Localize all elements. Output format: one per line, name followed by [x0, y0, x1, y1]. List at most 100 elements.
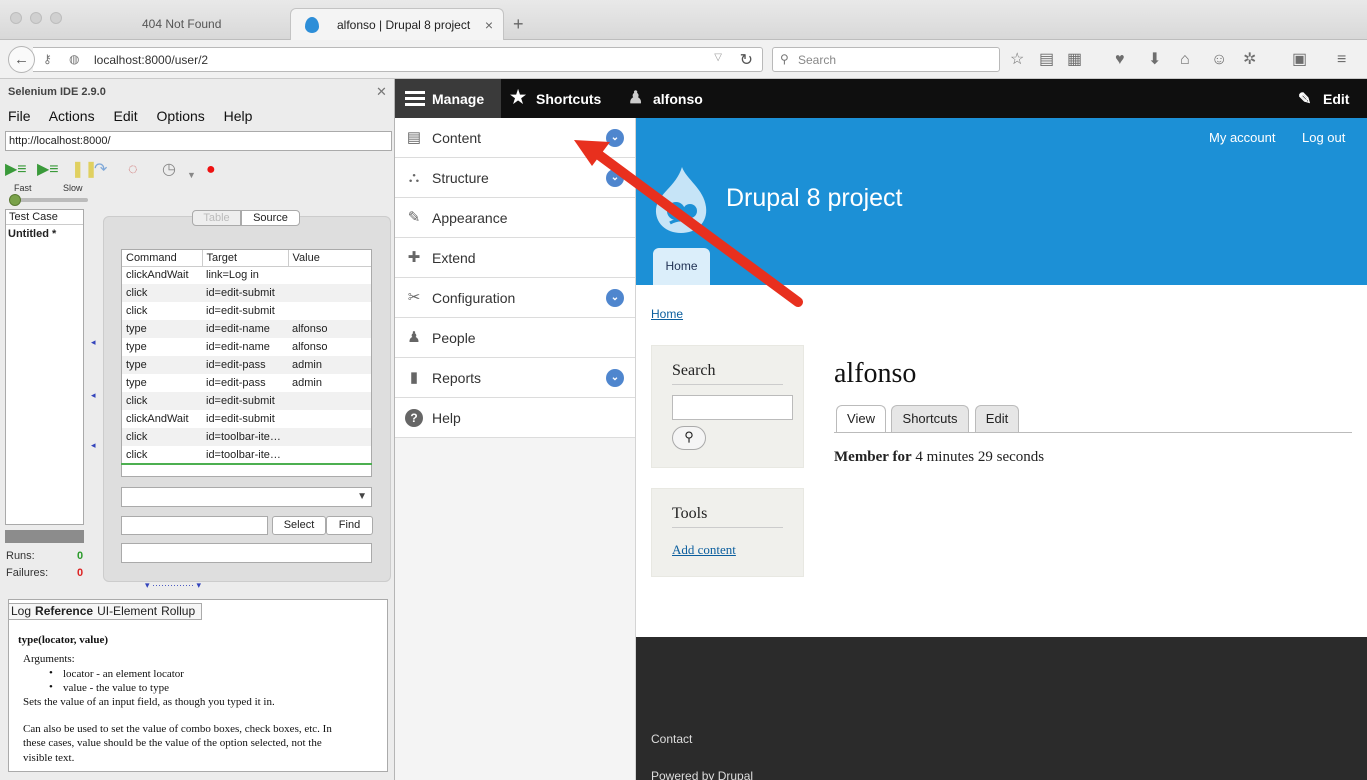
speed-slider-track[interactable]: [10, 198, 88, 202]
address-bar[interactable]: ⚷ ◍ localhost:8000/user/2 ▽ ↻: [33, 47, 763, 72]
menu-edit[interactable]: Edit: [114, 108, 138, 124]
zoom-window-button[interactable]: [50, 12, 62, 24]
splitter-handle-icon[interactable]: ◂: [91, 440, 96, 451]
chevron-down-icon[interactable]: ⌄: [606, 289, 624, 307]
play-current-icon[interactable]: ▶≡: [37, 161, 59, 179]
close-window-button[interactable]: [10, 12, 22, 24]
chevron-down-icon[interactable]: ⌄: [606, 369, 624, 387]
menu-actions[interactable]: Actions: [49, 108, 95, 124]
tab-view[interactable]: View: [836, 405, 886, 432]
menu-icon[interactable]: ≡: [1337, 50, 1346, 70]
tray-item-people[interactable]: ♟ People: [395, 318, 635, 358]
selenium-icon[interactable]: ▣: [1292, 50, 1307, 70]
log-out-link[interactable]: Log out: [1302, 130, 1345, 145]
table-row[interactable]: click id=toolbar-ite…: [122, 428, 371, 446]
record-icon[interactable]: ●: [206, 161, 216, 179]
chevron-down-icon[interactable]: ⌄: [606, 169, 624, 187]
search-button[interactable]: ⚲: [672, 426, 706, 450]
reload-icon[interactable]: ↻: [740, 50, 753, 70]
firebug-icon[interactable]: ✲: [1243, 50, 1256, 70]
rollup-icon[interactable]: ◌: [128, 161, 138, 179]
tray-item-configuration[interactable]: ✂ Configuration ⌄: [395, 278, 635, 318]
toolbar-manage[interactable]: Manage: [395, 79, 501, 118]
select-button[interactable]: Select: [272, 516, 326, 535]
chevron-down-icon[interactable]: ▼: [187, 166, 196, 184]
tab-table[interactable]: Table: [192, 210, 241, 226]
step-icon[interactable]: ↷: [94, 161, 107, 179]
toolbar-user[interactable]: alfonso: [653, 91, 703, 107]
bookmark-star-icon[interactable]: ☆: [1010, 50, 1024, 70]
tab-reference[interactable]: Reference: [35, 604, 93, 618]
search-input[interactable]: [672, 395, 793, 420]
add-content-link[interactable]: Add content: [672, 542, 736, 558]
browser-tab[interactable]: 404 Not Found: [90, 8, 290, 40]
table-row[interactable]: type id=edit-name alfonso: [122, 320, 371, 338]
tray-item-structure[interactable]: ⛬ Structure ⌄: [395, 158, 635, 198]
splitter-handle-icon[interactable]: ◂: [91, 337, 96, 348]
history-dropdown-icon[interactable]: ▽: [714, 52, 722, 63]
new-tab-button[interactable]: +: [513, 14, 524, 34]
minimize-window-button[interactable]: [30, 12, 42, 24]
toolbar-shortcuts[interactable]: Shortcuts: [536, 91, 601, 107]
table-row[interactable]: click id=toolbar-ite…: [122, 446, 371, 464]
value-input[interactable]: [121, 543, 372, 563]
play-all-icon[interactable]: ▶≡: [5, 161, 27, 179]
table-row[interactable]: click id=edit-submit: [122, 284, 371, 302]
command-select[interactable]: ▼: [121, 487, 372, 507]
back-button[interactable]: ←: [8, 46, 35, 73]
home-icon[interactable]: ⌂: [1180, 50, 1190, 70]
addon-icon[interactable]: ▦: [1067, 50, 1082, 70]
target-input[interactable]: [121, 516, 268, 535]
tab-edit[interactable]: Edit: [975, 405, 1019, 432]
base-url-input[interactable]: http://localhost:8000/: [5, 131, 392, 151]
test-case-item[interactable]: Untitled *: [6, 225, 83, 243]
user-icon[interactable]: ♟: [628, 88, 643, 108]
tab-rollup[interactable]: Rollup: [161, 604, 195, 618]
speed-slider-knob[interactable]: [9, 194, 21, 206]
tray-item-appearance[interactable]: ✎ Appearance: [395, 198, 635, 238]
menu-file[interactable]: File: [8, 108, 31, 124]
home-nav-tab[interactable]: Home: [653, 248, 710, 285]
search-input[interactable]: ⚲ Search: [772, 47, 1000, 72]
browser-tab-active[interactable]: alfonso | Drupal 8 project ×: [290, 8, 504, 40]
close-tab-icon[interactable]: ×: [485, 9, 493, 41]
table-row[interactable]: clickAndWait link=Log in: [122, 266, 371, 284]
test-case-list: Test Case Untitled *: [5, 209, 84, 525]
splitter-handle-icon[interactable]: ▾ ·············· ▾: [145, 580, 201, 591]
tray-item-content[interactable]: ▤ Content ⌄: [395, 118, 635, 158]
tray-item-extend[interactable]: ✚ Extend: [395, 238, 635, 278]
tab-shortcuts[interactable]: Shortcuts: [891, 405, 969, 432]
download-icon[interactable]: ⬇: [1148, 50, 1161, 70]
splitter-handle-icon[interactable]: ◂: [91, 390, 96, 401]
table-row[interactable]: type id=edit-pass admin: [122, 374, 371, 392]
table-row[interactable]: clickAndWait id=edit-submit: [122, 410, 371, 428]
pencil-icon[interactable]: ✎: [1298, 89, 1311, 109]
table-row[interactable]: type id=edit-name alfonso: [122, 338, 371, 356]
toolbar-edit[interactable]: Edit: [1323, 91, 1349, 107]
smiley-icon[interactable]: ☺: [1211, 50, 1227, 70]
tab-ui-element[interactable]: UI-Element: [97, 604, 157, 618]
powered-by[interactable]: Powered by Drupal: [651, 769, 753, 780]
tab-source[interactable]: Source: [241, 210, 300, 226]
table-row[interactable]: click id=edit-submit: [122, 392, 371, 410]
find-button[interactable]: Find: [326, 516, 373, 535]
tray-item-help[interactable]: ? Help: [395, 398, 635, 438]
table-row[interactable]: type id=edit-pass admin: [122, 356, 371, 374]
tab-log[interactable]: Log: [11, 604, 31, 618]
contact-link[interactable]: Contact: [651, 732, 692, 746]
reading-list-icon[interactable]: ▤: [1039, 50, 1054, 70]
drupal-logo-icon[interactable]: [652, 165, 710, 235]
pocket-icon[interactable]: ♥: [1115, 50, 1125, 70]
tray-item-reports[interactable]: ▮ Reports ⌄: [395, 358, 635, 398]
table-row[interactable]: click id=edit-submit: [122, 302, 371, 320]
chevron-down-icon[interactable]: ⌄: [606, 129, 624, 147]
breadcrumb[interactable]: Home: [651, 307, 683, 321]
my-account-link[interactable]: My account: [1209, 130, 1275, 145]
close-icon[interactable]: ✕: [376, 84, 387, 100]
command-cell: click: [122, 428, 202, 446]
schedule-icon[interactable]: ◷: [162, 161, 176, 179]
menu-options[interactable]: Options: [157, 108, 205, 124]
star-icon[interactable]: ★: [510, 87, 526, 108]
menu-help[interactable]: Help: [224, 108, 253, 124]
site-name[interactable]: Drupal 8 project: [726, 184, 902, 213]
